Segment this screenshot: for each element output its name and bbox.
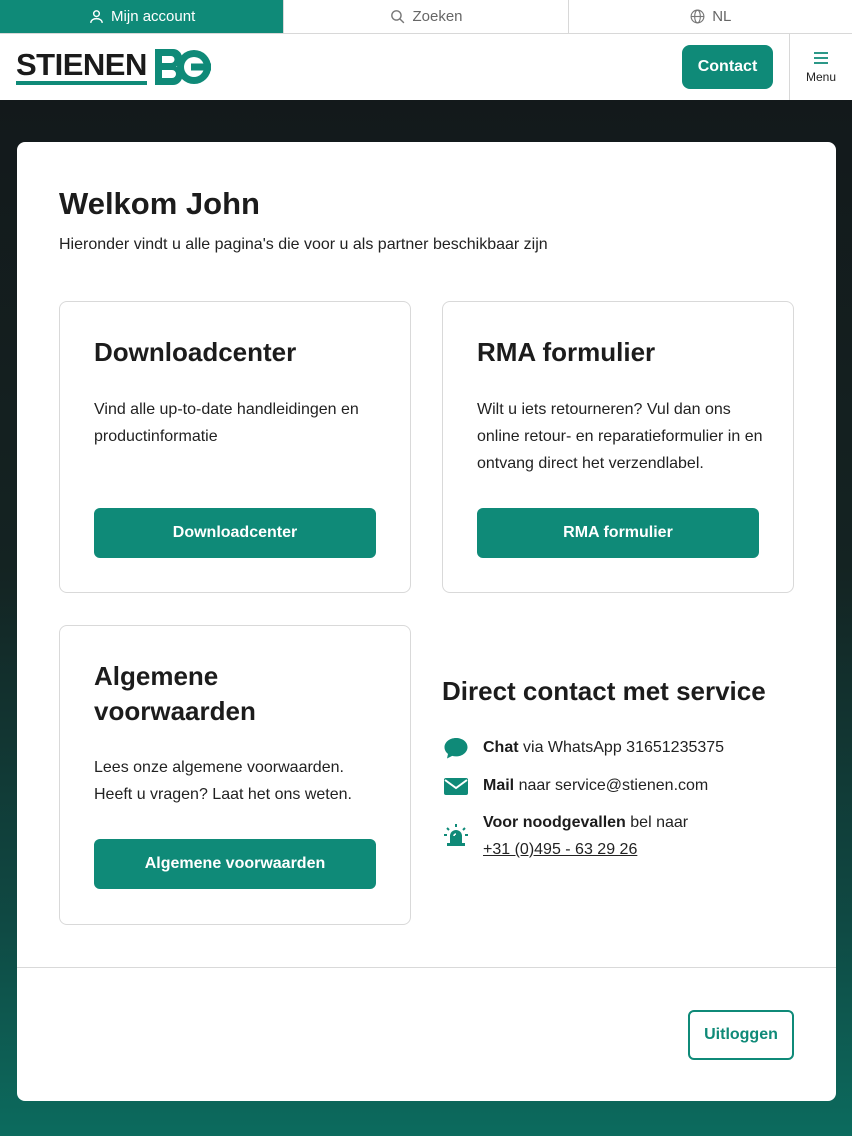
downloadcenter-tile: Downloadcenter Vind alle up-to-date hand… (59, 301, 411, 593)
mail-bold: Mail (483, 777, 515, 794)
stienen-logo[interactable]: STIENEN (16, 47, 213, 87)
language-selector[interactable]: NL (569, 0, 852, 33)
service-title: Direct contact met service (442, 676, 766, 706)
search-link[interactable]: Zoeken (284, 0, 569, 33)
chat-text: Chat via WhatsApp 31651235375 (483, 734, 724, 761)
page-subtitle: Hieronder vindt u alle pagina's die voor… (59, 236, 548, 253)
my-account-link[interactable]: Mijn account (0, 0, 285, 33)
hamburger-icon (814, 52, 828, 64)
search-label: Zoeken (412, 8, 463, 25)
language-label: NL (712, 8, 732, 25)
tile-title: RMA formulier (477, 337, 656, 367)
downloadcenter-button[interactable]: Downloadcenter (94, 508, 376, 558)
logo-be-mark (154, 48, 211, 85)
partner-card: Welkom John Hieronder vindt u alle pagin… (17, 142, 836, 1101)
globe-icon (690, 9, 705, 24)
logout-button[interactable]: Uitloggen (688, 1010, 794, 1060)
envelope-icon (442, 772, 469, 799)
user-icon (90, 10, 103, 23)
menu-button[interactable]: Menu (789, 34, 852, 100)
emergency-phone-link[interactable]: +31 (0)495 - 63 29 26 (483, 841, 637, 858)
emergency-bold: Voor noodgevallen (483, 814, 626, 831)
page-title: Welkom John (59, 186, 260, 221)
contact-button[interactable]: Contact (682, 45, 773, 89)
rma-button[interactable]: RMA formulier (477, 508, 759, 558)
tile-text: Vind alle up-to-date handleidingen en pr… (94, 401, 359, 445)
chat-bubble-icon (442, 734, 469, 761)
mail-detail: naar service@stienen.com (518, 777, 709, 794)
emergency-detail: bel naar (630, 814, 689, 831)
terms-tile: Algemene voorwaarden Lees onze algemene … (59, 625, 411, 925)
logo-wordmark: STIENEN (16, 49, 147, 85)
tile-title: Algemene voorwaarden (94, 661, 256, 726)
footer-divider (17, 967, 836, 968)
site-header: STIENEN Contact Menu (0, 34, 852, 100)
tile-text: Wilt u iets retourneren? Vul dan ons onl… (477, 401, 763, 472)
tile-text: Lees onze algemene voorwaarden. Heeft u … (94, 759, 352, 803)
search-icon (391, 10, 405, 24)
siren-icon (442, 821, 469, 848)
terms-button[interactable]: Algemene voorwaarden (94, 839, 376, 889)
chat-contact-row[interactable]: Chat via WhatsApp 31651235375 (442, 734, 724, 761)
mail-text: Mail naar service@stienen.com (483, 772, 708, 799)
chat-bold: Chat (483, 739, 519, 756)
emergency-contact-row: Voor noodgevallen bel naar +31 (0)495 - … (442, 809, 688, 863)
rma-tile: RMA formulier Wilt u iets retourneren? V… (442, 301, 794, 593)
emergency-text: Voor noodgevallen bel naar +31 (0)495 - … (483, 809, 688, 863)
mail-contact-row[interactable]: Mail naar service@stienen.com (442, 772, 708, 799)
my-account-label: Mijn account (111, 8, 196, 25)
menu-label: Menu (805, 70, 837, 84)
top-utility-bar: Mijn account Zoeken NL (0, 0, 852, 34)
tile-title: Downloadcenter (94, 337, 297, 367)
chat-detail: via WhatsApp 31651235375 (523, 739, 725, 756)
